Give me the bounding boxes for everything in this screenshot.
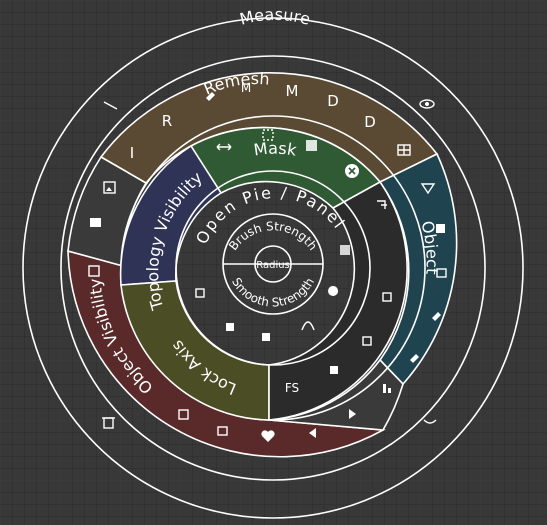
remesh-letter-6[interactable]: D [364, 113, 376, 131]
trash-icon[interactable] [102, 417, 115, 429]
radius-label: Radius [256, 260, 290, 271]
duplicate-icon[interactable] [436, 224, 445, 233]
checker-icon[interactable] [340, 245, 350, 255]
mask-label: Mask [252, 139, 298, 160]
gradient-icon[interactable] [306, 140, 317, 151]
remesh-letter-4[interactable]: M [286, 82, 299, 100]
box-icon[interactable] [90, 218, 101, 227]
remesh-letter-3[interactable]: M [241, 81, 251, 95]
lambda-icon[interactable] [301, 321, 315, 331]
cube-icon[interactable] [330, 366, 338, 374]
pie-menu: Measure Remesh Mask Object Object Visibi… [22, 5, 524, 519]
square-icon[interactable] [226, 323, 234, 331]
measure-label: Measure [238, 5, 313, 29]
remesh-letter-5[interactable]: D [327, 92, 339, 110]
ruler-icon[interactable] [103, 101, 118, 110]
remesh-letter-2[interactable]: R [162, 112, 172, 130]
square-outline-icon[interactable] [195, 288, 205, 298]
pen-icon[interactable] [328, 286, 339, 296]
eye-icon[interactable] [419, 99, 435, 109]
smooth-strength-label: Smooth Strength [229, 275, 317, 309]
brush-strength-label: Brush Strength [226, 219, 320, 253]
tools-icon[interactable] [262, 333, 270, 341]
close-circle-icon[interactable] [345, 164, 359, 178]
remesh-letter-1[interactable]: I [130, 144, 134, 162]
fs-button[interactable]: FS [285, 381, 299, 395]
curve-icon[interactable] [423, 419, 437, 424]
